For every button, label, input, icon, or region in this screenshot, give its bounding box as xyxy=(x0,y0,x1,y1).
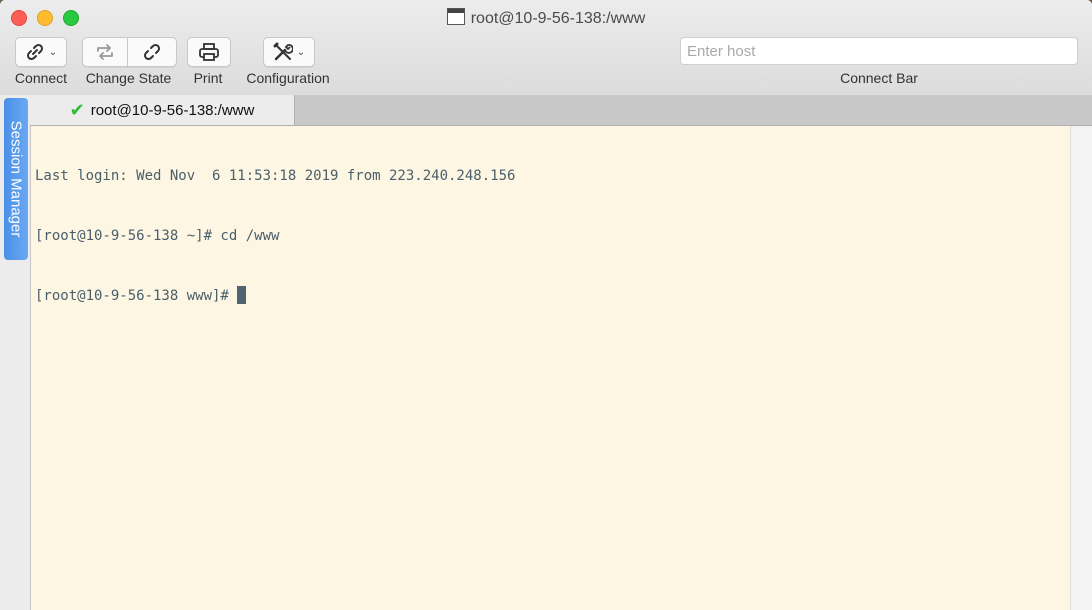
configuration-button[interactable]: ⌄ xyxy=(263,37,315,67)
terminal-line: [root@10-9-56-138 ~]# cd /www xyxy=(35,228,280,244)
check-icon: ✔ xyxy=(69,99,85,120)
change-state-label: Change State xyxy=(85,70,172,86)
tab-strip: ✔ root@10-9-56-138:/www xyxy=(30,95,1092,126)
printer-icon xyxy=(199,43,219,61)
terminal-output[interactable]: Last login: Wed Nov 6 11:53:18 2019 from… xyxy=(31,126,1070,610)
connect-bar-label: Connect Bar xyxy=(840,70,918,86)
title-toolbar-area: root@10-9-56-138:/www ⌄ Connect Change S… xyxy=(0,0,1092,96)
connect-label: Connect xyxy=(14,70,68,86)
terminal-line: Last login: Wed Nov 6 11:53:18 2019 from… xyxy=(35,168,516,184)
tools-icon xyxy=(273,42,293,61)
app-window: root@10-9-56-138:/www ⌄ Connect Change S… xyxy=(0,0,1092,610)
terminal-cursor xyxy=(237,286,247,304)
link-icon xyxy=(26,43,43,61)
chevron-down-icon: ⌄ xyxy=(296,46,306,58)
terminal-icon xyxy=(446,8,465,25)
print-button[interactable] xyxy=(187,37,231,67)
chevron-down-icon: ⌄ xyxy=(48,46,58,58)
connect-button[interactable]: ⌄ xyxy=(15,37,67,67)
session-manager-label: Session Manager xyxy=(7,120,25,238)
session-tab-active[interactable]: ✔ root@10-9-56-138:/www xyxy=(30,95,295,125)
session-manager-tab[interactable]: Session Manager xyxy=(4,98,28,260)
disconnect-button[interactable] xyxy=(127,37,177,67)
terminal-line: [root@10-9-56-138 www]# xyxy=(35,286,1070,306)
window-title: root@10-9-56-138:/www xyxy=(0,8,1092,28)
session-tab-label: root@10-9-56-138:/www xyxy=(90,101,255,119)
broken-link-icon xyxy=(143,43,161,61)
terminal-prompt: [root@10-9-56-138 www]# xyxy=(35,288,238,304)
reconnect-button[interactable] xyxy=(82,37,128,67)
window-title-text: root@10-9-56-138:/www xyxy=(470,10,646,27)
repeat-icon xyxy=(97,44,113,60)
terminal-scrollbar[interactable] xyxy=(1070,126,1092,610)
configuration-label: Configuration xyxy=(246,70,330,86)
host-input[interactable] xyxy=(680,37,1078,65)
print-label: Print xyxy=(193,70,223,86)
